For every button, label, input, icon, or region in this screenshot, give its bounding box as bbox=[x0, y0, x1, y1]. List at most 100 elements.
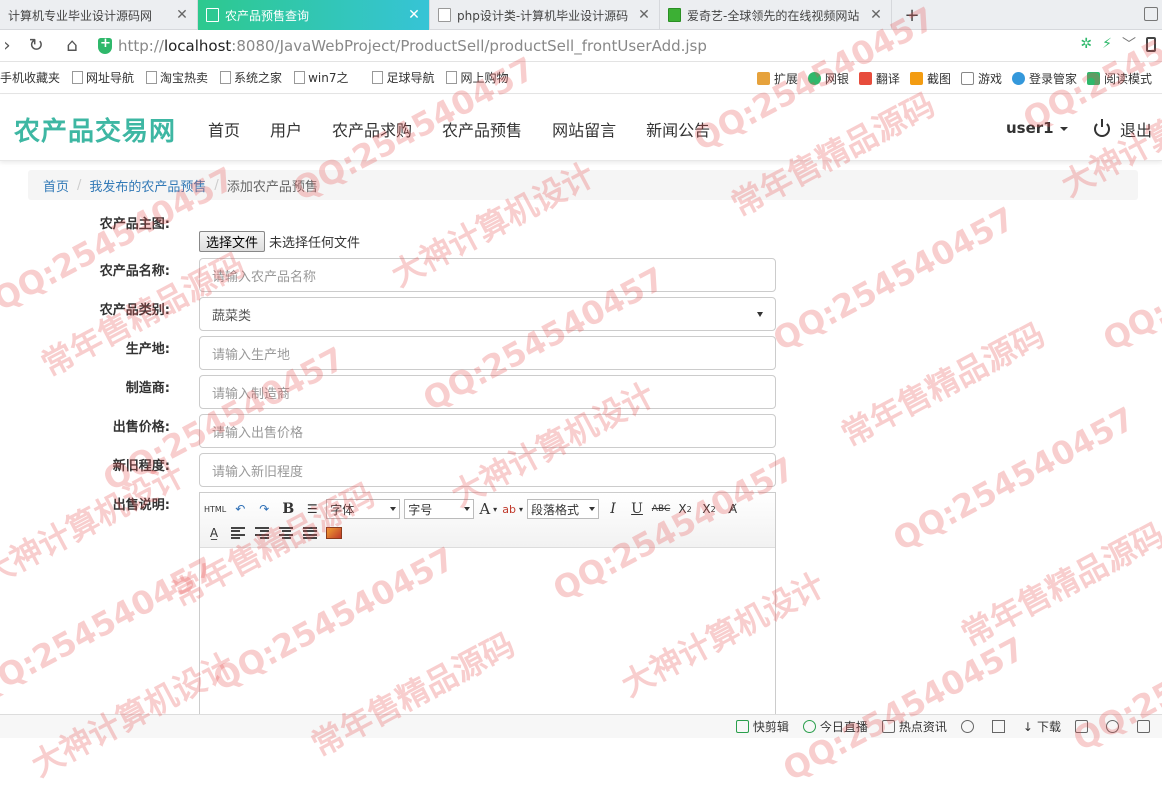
browser-tab-active[interactable]: 农产品预售查询 ✕ bbox=[198, 0, 430, 30]
maker-input[interactable]: 请输入制造商 bbox=[199, 375, 776, 409]
nav-messages[interactable]: 网站留言 bbox=[552, 117, 616, 141]
condition-label: 新旧程度: bbox=[112, 459, 170, 474]
hot-news-button[interactable]: 热点资讯 bbox=[881, 718, 947, 735]
browser-tab[interactable]: 计算机专业毕业设计源码网 ✕ bbox=[0, 0, 198, 30]
page-icon bbox=[146, 71, 158, 84]
close-icon[interactable]: ✕ bbox=[637, 7, 651, 23]
page-icon bbox=[372, 71, 384, 84]
category-select[interactable]: 蔬菜类 bbox=[199, 297, 776, 331]
highlight-icon[interactable]: ab ▾ bbox=[502, 499, 523, 519]
address-bar: › ↻ ⌂ http://localhost:8080/JavaWebProje… bbox=[0, 30, 1162, 62]
nav-product-presale[interactable]: 农产品预售 bbox=[442, 117, 522, 141]
redo-icon[interactable]: ↷ bbox=[254, 499, 274, 519]
breadcrumb-home[interactable]: 首页 bbox=[43, 176, 69, 195]
games-button[interactable]: 游戏 bbox=[960, 70, 1002, 87]
bookmark-item[interactable]: 淘宝热卖 bbox=[146, 69, 208, 86]
translate-button[interactable]: 翻译 bbox=[858, 70, 900, 87]
address-tools: ✲ ⚡ ﹀ bbox=[1080, 34, 1156, 54]
font-size-select[interactable]: 字号 bbox=[404, 499, 475, 519]
flag-icon[interactable] bbox=[1075, 720, 1092, 733]
login-manager-button[interactable]: 登录管家 bbox=[1011, 70, 1077, 87]
remove-format-icon[interactable]: A̸ bbox=[723, 499, 743, 519]
history-icon[interactable] bbox=[960, 720, 978, 733]
book-icon bbox=[1086, 71, 1100, 85]
watermark-text: QQ:254540457 bbox=[886, 399, 1141, 559]
reading-mode-button[interactable]: 阅读模式 bbox=[1086, 70, 1152, 87]
bookmark-item[interactable]: 足球导航 bbox=[372, 69, 434, 86]
close-icon[interactable]: ✕ bbox=[175, 7, 189, 23]
translate-icon bbox=[858, 71, 872, 85]
reload-icon[interactable]: ↻ bbox=[22, 32, 50, 60]
price-label: 出售价格: bbox=[112, 420, 170, 435]
nav-product-buy[interactable]: 农产品求购 bbox=[332, 117, 412, 141]
screenshot-button[interactable]: 截图 bbox=[909, 70, 951, 87]
strikethrough-button[interactable]: ABC bbox=[651, 499, 671, 519]
bold-button[interactable]: B bbox=[278, 499, 298, 519]
insert-image-icon[interactable] bbox=[324, 523, 344, 543]
chevron-down-icon[interactable]: ﹀ bbox=[1122, 34, 1136, 54]
bookmark-item[interactable]: 系统之家 bbox=[220, 69, 282, 86]
maker-label: 制造商: bbox=[125, 381, 170, 396]
editor-content-area[interactable] bbox=[200, 548, 775, 736]
download-button[interactable]: ↓ 下载 bbox=[1023, 718, 1061, 735]
page-icon bbox=[206, 8, 219, 22]
align-right-icon[interactable] bbox=[252, 523, 272, 543]
quick-clip-button[interactable]: 快剪辑 bbox=[735, 718, 789, 735]
download-icon: ↓ bbox=[1022, 719, 1033, 734]
bookmark-item[interactable]: 网上购物 bbox=[446, 69, 508, 86]
align-justify-icon[interactable] bbox=[300, 523, 320, 543]
pin-icon[interactable] bbox=[991, 720, 1009, 733]
new-tab-button[interactable]: + bbox=[892, 0, 932, 30]
product-name-input[interactable]: 请输入农产品名称 bbox=[199, 258, 776, 292]
site-navbar: 农产品交易网 首页 用户 农产品求购 农产品预售 网站留言 新闻公告 user1… bbox=[0, 95, 1162, 161]
window-icon[interactable] bbox=[1144, 7, 1158, 21]
site-brand[interactable]: 农产品交易网 bbox=[14, 111, 176, 148]
nav-users[interactable]: 用户 bbox=[270, 117, 302, 141]
nav-news[interactable]: 新闻公告 bbox=[646, 117, 710, 141]
bookmark-item[interactable]: 手机收藏夹 bbox=[0, 69, 60, 86]
bookmark-item[interactable]: 网址导航 bbox=[72, 69, 134, 86]
underline-button[interactable]: U bbox=[627, 499, 647, 519]
image-file-input: 选择文件 未选择任何文件 bbox=[199, 231, 360, 252]
breadcrumb-list[interactable]: 我发布的农产品预售 bbox=[89, 176, 206, 195]
logout-button[interactable]: 退出 bbox=[1094, 117, 1152, 141]
back-icon[interactable]: › bbox=[0, 32, 14, 60]
paragraph-format-select[interactable]: 段落格式 bbox=[527, 499, 600, 519]
close-icon[interactable]: ✕ bbox=[869, 7, 883, 23]
origin-input[interactable]: 请输入生产地 bbox=[199, 336, 776, 370]
clip-icon bbox=[735, 720, 749, 733]
align-center-icon[interactable] bbox=[276, 523, 296, 543]
phone-icon[interactable] bbox=[1146, 36, 1156, 52]
format-clear-icon[interactable]: ☰ bbox=[302, 499, 322, 519]
live-button[interactable]: 今日直播 bbox=[802, 718, 868, 735]
url-field[interactable]: http://localhost:8080/JavaWebProject/Pro… bbox=[98, 36, 707, 55]
extension-icon[interactable]: ✲ bbox=[1080, 36, 1092, 52]
html-source-button[interactable]: HTML bbox=[204, 499, 226, 519]
condition-input[interactable]: 请输入新旧程度 bbox=[199, 453, 776, 487]
align-left-icon[interactable] bbox=[228, 523, 248, 543]
format-painter-icon[interactable]: A̲ bbox=[204, 523, 224, 543]
security-shield-icon bbox=[98, 36, 112, 54]
nav-home[interactable]: 首页 bbox=[208, 117, 240, 141]
superscript-icon[interactable]: X2 bbox=[675, 499, 695, 519]
extensions-button[interactable]: 扩展 bbox=[756, 70, 798, 87]
dropdown-arrow-icon bbox=[390, 507, 397, 511]
bookmark-item[interactable]: win7之 bbox=[294, 69, 348, 86]
bank-button[interactable]: 网银 bbox=[807, 70, 849, 87]
italic-button[interactable]: I bbox=[603, 499, 623, 519]
lightning-icon[interactable]: ⚡ bbox=[1102, 36, 1112, 52]
subscript-icon[interactable]: X2 bbox=[699, 499, 719, 519]
edge-icon[interactable] bbox=[1106, 720, 1123, 733]
close-icon[interactable]: ✕ bbox=[407, 7, 421, 23]
price-input[interactable]: 请输入出售价格 bbox=[199, 414, 776, 448]
choose-file-button[interactable]: 选择文件 bbox=[199, 231, 266, 252]
user-menu[interactable]: user1 bbox=[1006, 119, 1068, 137]
home-icon[interactable]: ⌂ bbox=[58, 32, 86, 60]
main-menu: 首页 用户 农产品求购 农产品预售 网站留言 新闻公告 bbox=[208, 117, 740, 141]
browser-tab[interactable]: 爱奇艺-全球领先的在线视频网站 ✕ bbox=[660, 0, 892, 30]
font-family-select[interactable]: 字体 bbox=[326, 499, 401, 519]
browser-tab[interactable]: php设计类-计算机毕业设计源码 ✕ bbox=[430, 0, 660, 30]
font-color-icon[interactable]: A ▾ bbox=[478, 499, 498, 519]
window-icon[interactable] bbox=[1137, 720, 1154, 733]
undo-icon[interactable]: ↶ bbox=[230, 499, 250, 519]
